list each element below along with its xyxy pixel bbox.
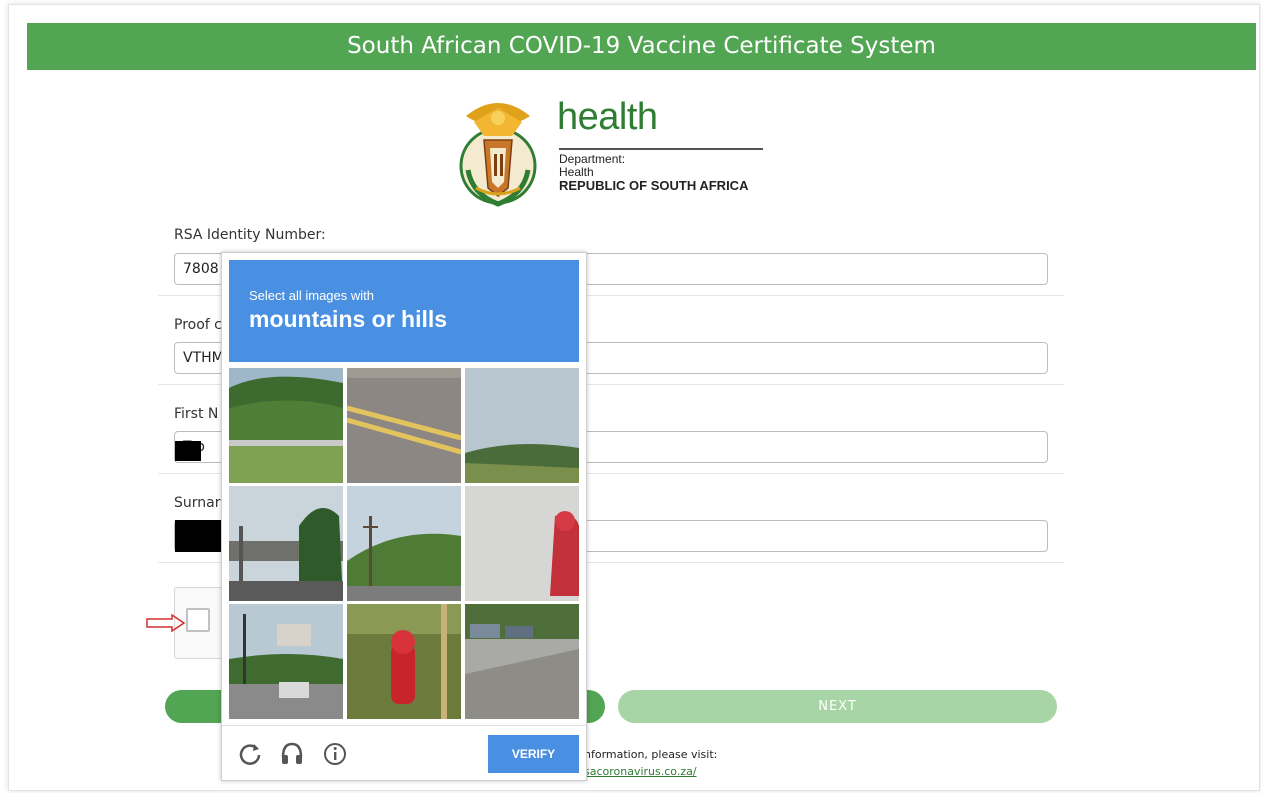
image-tile-sky-hills[interactable] xyxy=(465,368,579,483)
recaptcha-checkbox[interactable] xyxy=(186,608,210,632)
recaptcha-challenge-popup: Select all images with mountains or hill… xyxy=(221,252,587,781)
reload-icon[interactable] xyxy=(237,741,263,767)
challenge-header: Select all images with mountains or hill… xyxy=(229,260,579,362)
image-tile-billboard-street[interactable] xyxy=(229,604,343,719)
page-title: South African COVID-19 Vaccine Certifica… xyxy=(347,33,936,59)
logo-divider xyxy=(559,148,763,150)
page-header: South African COVID-19 Vaccine Certifica… xyxy=(27,23,1256,70)
firstname-label: First N xyxy=(174,406,219,422)
image-tile-hillside[interactable] xyxy=(229,368,343,483)
challenge-target: mountains or hills xyxy=(249,306,448,332)
department-text: Department: Health REPUBLIC OF SOUTH AFR… xyxy=(559,153,749,193)
id-number-label: RSA Identity Number: xyxy=(174,227,326,243)
red-arrow-icon xyxy=(146,614,186,632)
health-logo: health Department: Health REPUBLIC OF SO… xyxy=(456,96,776,208)
image-tile-power-poles[interactable] xyxy=(347,486,461,601)
image-tile-red-hydrant[interactable] xyxy=(347,604,461,719)
next-button[interactable]: NEXT xyxy=(618,690,1057,723)
info-icon[interactable] xyxy=(322,741,348,767)
verify-button[interactable]: VERIFY xyxy=(488,735,579,773)
health-wordmark: health xyxy=(557,96,658,138)
proof-label: Proof c xyxy=(174,317,222,333)
redaction-box xyxy=(175,520,225,552)
image-grid xyxy=(229,368,579,719)
dept-line-3: REPUBLIC OF SOUTH AFRICA xyxy=(559,178,749,193)
sacoronavirus-link[interactable]: sacoronavirus.co.za/ xyxy=(584,765,697,778)
surname-label: Surnar xyxy=(174,495,221,511)
challenge-instruction: Select all images with xyxy=(249,288,374,303)
image-tile-sidewalk[interactable] xyxy=(465,604,579,719)
image-tile-hydrant-closeup[interactable] xyxy=(465,486,579,601)
image-tile-road[interactable] xyxy=(347,368,461,483)
coat-of-arms-icon xyxy=(459,103,537,207)
redaction-box xyxy=(175,441,201,461)
info-text: nformation, please visit: xyxy=(584,748,718,761)
popup-divider xyxy=(222,725,586,726)
audio-headphones-icon[interactable] xyxy=(279,741,305,767)
image-tile-overpass[interactable] xyxy=(229,486,343,601)
